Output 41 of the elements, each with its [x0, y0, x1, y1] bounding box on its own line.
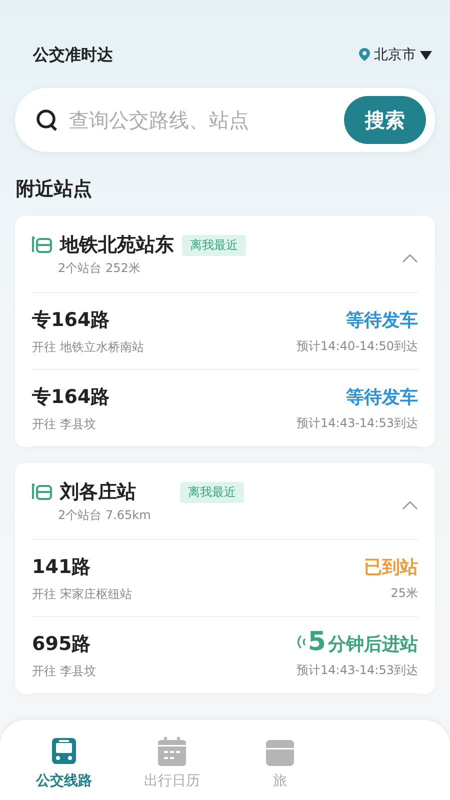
route-row[interactable]: 专164路 开往 地铁立水桥南站 等待发车 预计14:40-14:50到达 — [32, 293, 418, 370]
calendar-icon — [156, 736, 188, 768]
signal-icon — [296, 634, 306, 650]
section-title: 附近站点 — [15, 177, 93, 202]
collapse-chevron-icon[interactable] — [402, 501, 418, 510]
app-title: 公交准时达 — [33, 44, 113, 66]
route-number: 专164路 — [32, 384, 110, 410]
bus-stop-icon — [32, 236, 52, 254]
arrival-status: 已到站 — [364, 556, 418, 578]
search-field[interactable]: 查询公交路线、站点 搜索 — [15, 88, 435, 152]
location-pin-icon — [359, 48, 370, 62]
route-direction: 开往 宋家庄枢纽站 — [32, 586, 132, 602]
route-number: 专164路 — [32, 308, 110, 332]
arrival-status: 等待发车 — [346, 308, 418, 332]
route-number: 695路 — [32, 632, 91, 656]
arrival-status: 5分钟后进站 — [296, 631, 418, 656]
nearest-tag: 离我最近 — [180, 482, 244, 502]
station-info: 2个站台 252米 — [57, 260, 142, 277]
station-name: 刘各庄站 — [60, 480, 137, 505]
dropdown-caret-icon — [420, 50, 432, 60]
arrival-detail: 预计14:43-14:53到达 — [296, 662, 418, 679]
bus-stop-icon — [32, 483, 52, 501]
arrival-detail: 25米 — [390, 584, 418, 602]
route-row[interactable]: 专164路 开往 李县坟 等待发车 预计14:43-14:53到达 — [32, 370, 418, 447]
search-icon — [35, 108, 59, 132]
route-direction: 开往 李县坟 — [32, 416, 96, 432]
route-direction: 开往 李县坟 — [32, 662, 96, 680]
arrival-detail: 预计14:43-14:53到达 — [296, 414, 418, 432]
arrival-detail: 预计14:40-14:50到达 — [296, 338, 418, 354]
collapse-chevron-icon[interactable] — [402, 254, 418, 263]
station-info: 2个站台 7.65km — [57, 507, 152, 524]
route-direction: 开往 地铁立水桥南站 — [32, 338, 144, 356]
nearest-tag: 离我最近 — [182, 234, 246, 256]
station-name: 地铁北苑站东 — [60, 233, 174, 258]
city-selector[interactable]: 北京市 — [359, 46, 432, 64]
search-button[interactable]: 搜索 — [344, 96, 426, 144]
route-row[interactable]: 141路 开往 宋家庄枢纽站 已到站 25米 — [32, 540, 418, 617]
route-row[interactable]: 695路 开往 李县坟 5分钟后进站 预计14:43-14:53到达 — [32, 617, 418, 694]
arrival-status: 等待发车 — [346, 386, 418, 408]
route-number: 141路 — [32, 554, 91, 580]
tab[interactable]: 公交线路 — [10, 720, 118, 800]
